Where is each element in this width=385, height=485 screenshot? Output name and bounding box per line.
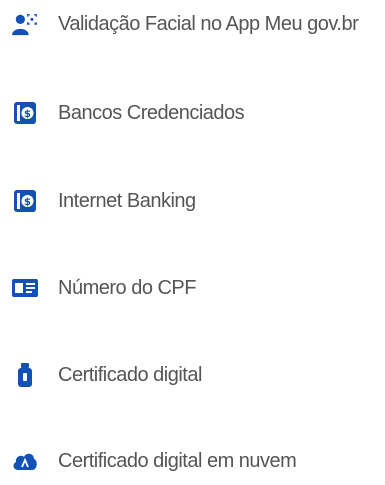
option-internet-banking[interactable]: $ Internet Banking — [0, 177, 385, 225]
option-label: Certificado digital em nuvem — [58, 449, 297, 472]
cloud-certificate-icon — [12, 448, 38, 474]
option-credentialed-banks[interactable]: $ Bancos Credenciados — [0, 89, 385, 137]
svg-text:$: $ — [24, 109, 31, 120]
option-label: Bancos Credenciados — [58, 101, 245, 124]
option-face-validation[interactable]: Validação Facial no App Meu gov.br — [0, 0, 385, 48]
option-cloud-certificate[interactable]: Certificado digital em nuvem — [0, 437, 385, 485]
option-label: Validação Facial no App Meu gov.br — [58, 12, 359, 35]
face-id-icon — [12, 11, 38, 37]
option-label: Número do CPF — [58, 276, 197, 299]
option-label: Certificado digital — [58, 363, 202, 386]
id-card-icon — [12, 275, 38, 301]
login-options-list: Validação Facial no App Meu gov.br $ Ban… — [0, 0, 385, 477]
option-digital-certificate[interactable]: Certificado digital — [0, 351, 385, 399]
bank-icon: $ — [12, 188, 38, 214]
option-label: Internet Banking — [58, 189, 196, 212]
usb-token-icon — [12, 362, 38, 388]
bank-icon: $ — [12, 100, 38, 126]
option-cpf-number[interactable]: Número do CPF — [0, 264, 385, 312]
svg-text:$: $ — [24, 197, 31, 208]
